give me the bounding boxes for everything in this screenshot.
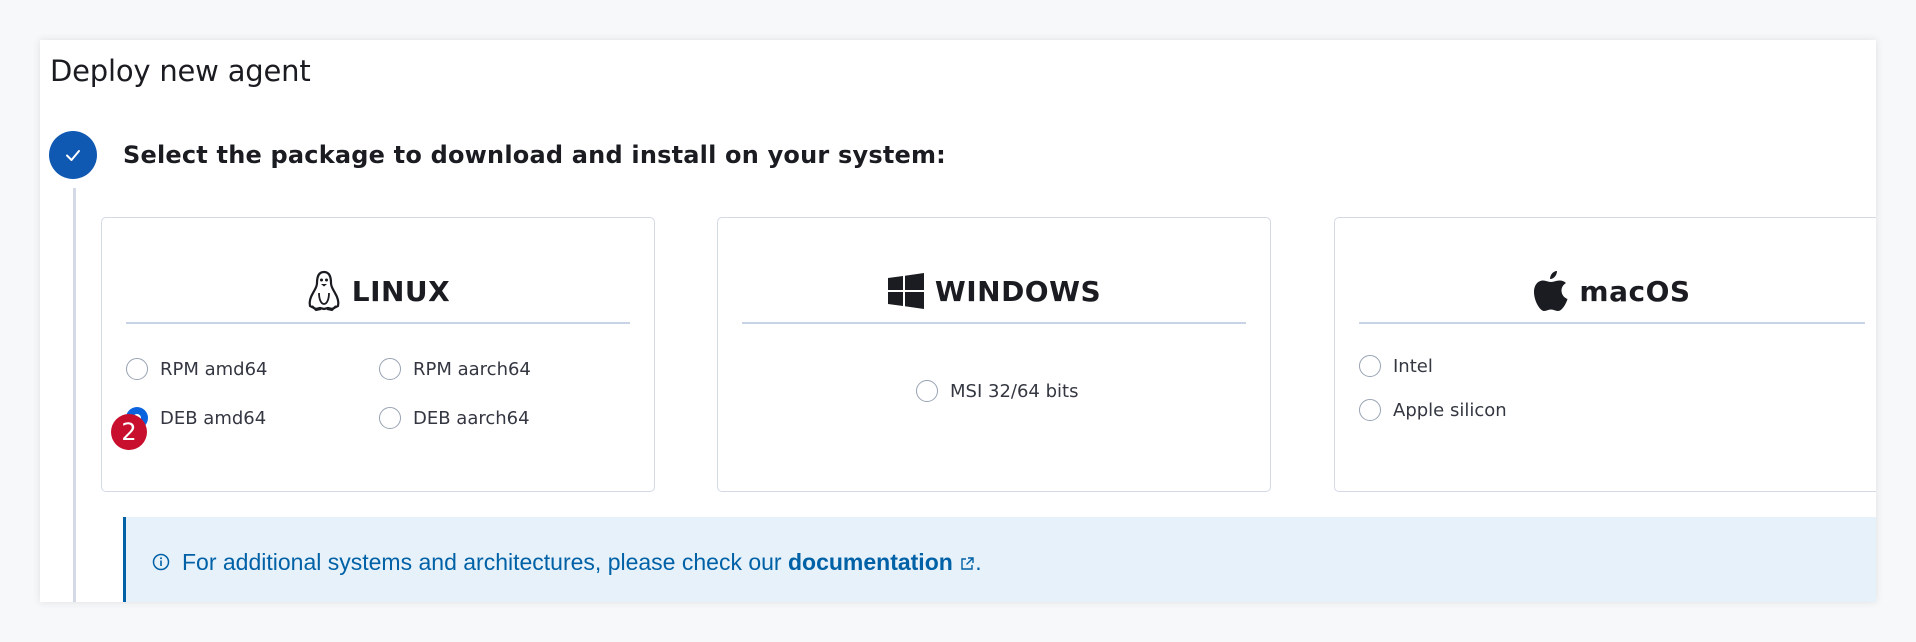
checkmark-icon	[66, 150, 80, 161]
macos-card-header: macOS	[1359, 260, 1865, 324]
radio-deb-aarch64[interactable]: DEB aarch64	[379, 407, 530, 429]
radio-intel[interactable]: Intel	[1359, 355, 1433, 377]
radio-circle[interactable]	[1359, 355, 1381, 377]
radio-apple-silicon[interactable]: Apple silicon	[1359, 399, 1507, 421]
step-title: Select the package to download and insta…	[123, 141, 946, 169]
radio-deb-amd64[interactable]: DEB amd64	[126, 407, 266, 429]
page-title: Deploy new agent	[50, 54, 311, 88]
windows-card: WINDOWS MSI 32/64 bits	[717, 217, 1271, 492]
windows-logo-icon	[887, 273, 924, 309]
linux-title: LINUX	[351, 274, 451, 308]
radio-label: MSI 32/64 bits	[950, 380, 1079, 402]
radio-circle[interactable]	[379, 407, 401, 429]
deploy-agent-panel: Deploy new agent Select the package to d…	[40, 40, 1876, 602]
documentation-link[interactable]: documentation	[788, 549, 953, 575]
apple-logo-icon	[1534, 271, 1568, 311]
callout-text-after: .	[975, 548, 982, 575]
linux-card-header: LINUX	[126, 260, 630, 324]
radio-circle[interactable]	[126, 358, 148, 380]
radio-label: Apple silicon	[1393, 399, 1507, 421]
linux-penguin-icon	[308, 270, 340, 312]
radio-label: Intel	[1393, 355, 1433, 377]
callout-text-before: For additional systems and architectures…	[182, 548, 788, 575]
external-link-icon[interactable]	[959, 556, 975, 572]
macos-title: macOS	[1579, 274, 1691, 308]
radio-rpm-aarch64[interactable]: RPM aarch64	[379, 358, 531, 380]
info-icon	[152, 553, 170, 571]
radio-circle[interactable]	[1359, 399, 1381, 421]
step-annotation-badge: 2	[111, 414, 147, 450]
info-callout: For additional systems and architectures…	[123, 517, 1876, 602]
macos-card: macOS Intel Apple silicon	[1334, 217, 1876, 492]
radio-rpm-amd64[interactable]: RPM amd64	[126, 358, 268, 380]
callout-text: For additional systems and architectures…	[182, 549, 982, 576]
radio-label: DEB aarch64	[413, 407, 530, 429]
documentation-link-text[interactable]: documentation	[788, 549, 953, 575]
radio-label: RPM amd64	[160, 358, 268, 380]
radio-label: DEB amd64	[160, 407, 267, 429]
step-complete-indicator	[49, 131, 97, 179]
radio-circle[interactable]	[379, 358, 401, 380]
windows-card-header: WINDOWS	[742, 260, 1246, 324]
step-connector-line	[73, 188, 76, 602]
windows-title: WINDOWS	[934, 274, 1102, 308]
linux-card: LINUX RPM amd64 RPM aarch64 DEB amd64 DE…	[101, 217, 655, 492]
radio-label: RPM aarch64	[413, 358, 531, 380]
radio-circle[interactable]	[916, 380, 938, 402]
radio-msi-32-64[interactable]: MSI 32/64 bits	[916, 380, 1078, 402]
